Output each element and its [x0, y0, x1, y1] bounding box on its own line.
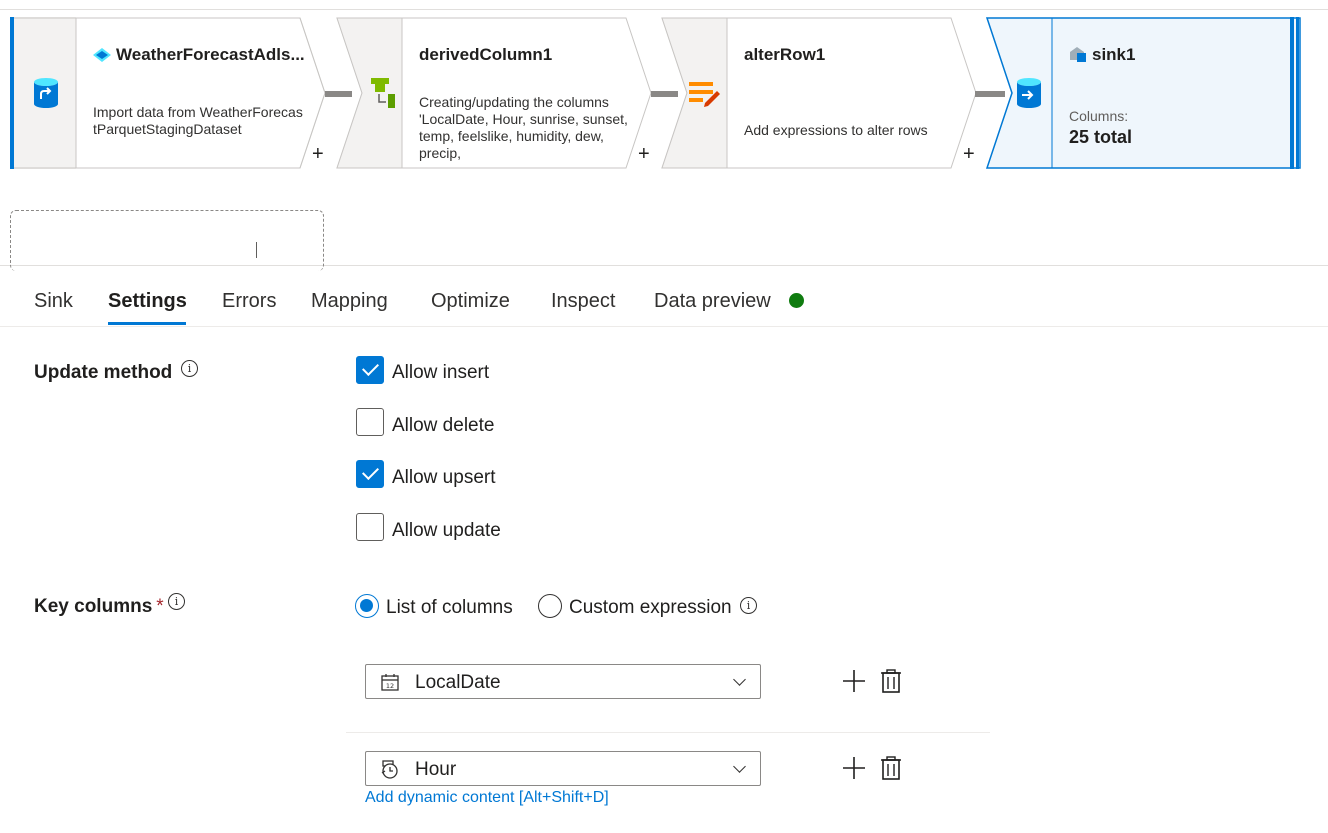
delete-key-column-button-1[interactable]: [878, 668, 904, 694]
tab-mapping[interactable]: Mapping: [311, 290, 388, 313]
sink-icon: [990, 17, 1054, 169]
tab-settings[interactable]: Settings: [108, 290, 187, 313]
data-preview-status-dot: [789, 293, 804, 308]
key-columns-label: Key columns *: [34, 596, 164, 618]
source-node[interactable]: WeatherForecastAdls... Import data from …: [10, 17, 326, 169]
update-method-label: Update method: [34, 362, 173, 383]
allow-upsert-checkbox[interactable]: [356, 460, 384, 488]
allow-update-label[interactable]: Allow update: [392, 520, 501, 542]
chevron-down-icon: [733, 673, 746, 686]
custom-expression-info-icon[interactable]: i: [740, 597, 757, 614]
key-columns-label-text: Key columns: [34, 596, 153, 617]
add-key-column-button-1[interactable]: [841, 668, 867, 694]
sink-node-title: sink1: [1092, 45, 1136, 64]
add-source-placeholder[interactable]: [10, 210, 324, 271]
derived-column-node-title: derivedColumn1: [419, 45, 553, 64]
tab-errors[interactable]: Errors: [222, 290, 276, 313]
custom-expression-label[interactable]: Custom expression: [569, 597, 732, 619]
tab-inspect[interactable]: Inspect: [551, 290, 615, 313]
delete-key-column-button-2[interactable]: [878, 755, 904, 781]
required-marker: *: [156, 596, 164, 617]
active-tab-indicator: [108, 322, 186, 325]
chevron-down-icon: [733, 760, 746, 773]
source-node-description: Import data from WeatherForecastParquetS…: [93, 104, 303, 137]
key-column-dropdown-2[interactable]: Hour: [365, 751, 761, 786]
sink-dataset-icon: [1070, 47, 1086, 62]
key-column-value-1: LocalDate: [415, 672, 501, 693]
key-column-separator: [346, 732, 990, 733]
canvas-top-border: [0, 9, 1328, 10]
allow-delete-label[interactable]: Allow delete: [392, 415, 494, 437]
adls-dataset-icon: [93, 48, 111, 62]
data-flow-canvas[interactable]: WeatherForecastAdls... Import data from …: [0, 0, 1328, 271]
alter-row-icon: [665, 17, 729, 169]
allow-delete-checkbox[interactable]: [356, 408, 384, 436]
derived-column-node-description: Creating/updating the columns 'LocalDate…: [419, 94, 628, 161]
derived-column-node[interactable]: derivedColumn1 Creating/updating the col…: [336, 17, 652, 169]
sink-config-tabs: Sink Settings Errors Mapping Optimize In…: [0, 266, 1328, 327]
source-icon: [14, 17, 78, 169]
derived-column-icon: [340, 17, 404, 169]
allow-update-checkbox[interactable]: [356, 513, 384, 541]
sink-columns-label: Columns:: [1069, 108, 1129, 124]
add-key-column-button-2[interactable]: [841, 755, 867, 781]
alter-row-node[interactable]: alterRow1 Add expressions to alter rows: [661, 17, 977, 169]
allow-insert-checkbox[interactable]: [356, 356, 384, 384]
add-dynamic-content-link[interactable]: Add dynamic content [Alt+Shift+D]: [365, 789, 609, 807]
list-of-columns-label[interactable]: List of columns: [386, 597, 513, 619]
update-method-info-icon[interactable]: i: [181, 360, 198, 377]
add-transformation-button-2[interactable]: +: [638, 144, 650, 164]
key-columns-info-icon[interactable]: i: [168, 593, 185, 610]
add-transformation-button-1[interactable]: +: [312, 144, 324, 164]
tab-optimize[interactable]: Optimize: [431, 290, 510, 313]
sink-columns-value: 25 total: [1069, 127, 1133, 147]
text-cursor: [256, 242, 257, 258]
list-of-columns-radio[interactable]: [355, 594, 379, 618]
svg-text:12: 12: [386, 682, 394, 690]
add-transformation-button-3[interactable]: +: [963, 144, 975, 164]
allow-insert-label[interactable]: Allow insert: [392, 362, 489, 384]
alter-row-node-title: alterRow1: [744, 45, 826, 64]
key-column-value-2: Hour: [415, 759, 457, 780]
tab-data-preview[interactable]: Data preview: [654, 290, 771, 313]
clock-icon: [381, 760, 398, 779]
tab-sink[interactable]: Sink: [34, 290, 73, 313]
custom-expression-radio[interactable]: [538, 594, 562, 618]
key-column-dropdown-1[interactable]: 12 LocalDate: [365, 664, 761, 699]
allow-upsert-label[interactable]: Allow upsert: [392, 467, 496, 489]
sink-node[interactable]: sink1 Columns: 25 total: [986, 17, 1302, 169]
alter-row-node-description: Add expressions to alter rows: [744, 122, 928, 138]
source-node-title: WeatherForecastAdls...: [116, 45, 305, 64]
calendar-icon: 12: [381, 674, 399, 691]
